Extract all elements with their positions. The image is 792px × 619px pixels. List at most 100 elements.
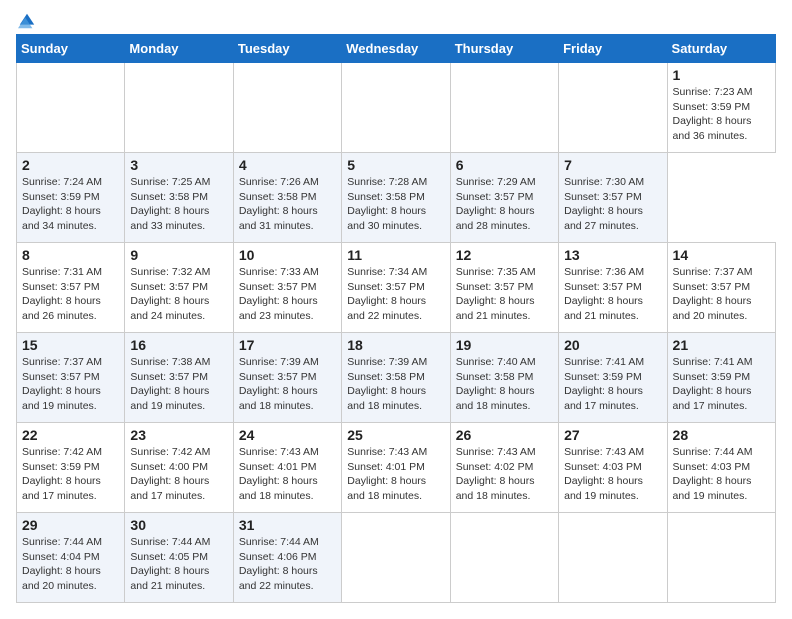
calendar-cell-day-24: 24 Sunrise: 7:43 AMSunset: 4:01 PMDaylig… [233,423,341,513]
empty-cell [559,513,667,603]
day-info: Sunrise: 7:28 AMSunset: 3:58 PMDaylight:… [347,176,427,232]
day-info: Sunrise: 7:43 AMSunset: 4:01 PMDaylight:… [239,446,319,502]
calendar-cell-day-5: 5 Sunrise: 7:28 AMSunset: 3:58 PMDayligh… [342,153,450,243]
day-number: 13 [564,247,661,263]
calendar-cell-day-31: 31 Sunrise: 7:44 AMSunset: 4:06 PMDaylig… [233,513,341,603]
calendar-cell-day-8: 8 Sunrise: 7:31 AMSunset: 3:57 PMDayligh… [17,243,125,333]
empty-cell [450,63,558,153]
day-info: Sunrise: 7:24 AMSunset: 3:59 PMDaylight:… [22,176,102,232]
day-info: Sunrise: 7:41 AMSunset: 3:59 PMDaylight:… [673,356,753,412]
week-row-4: 15 Sunrise: 7:37 AMSunset: 3:57 PMDaylig… [17,333,776,423]
column-header-sunday: Sunday [17,35,125,63]
column-header-tuesday: Tuesday [233,35,341,63]
day-info: Sunrise: 7:25 AMSunset: 3:58 PMDaylight:… [130,176,210,232]
week-row-3: 8 Sunrise: 7:31 AMSunset: 3:57 PMDayligh… [17,243,776,333]
empty-cell [450,513,558,603]
day-number: 18 [347,337,444,353]
calendar-cell-day-26: 26 Sunrise: 7:43 AMSunset: 4:02 PMDaylig… [450,423,558,513]
day-number: 17 [239,337,336,353]
logo [16,16,36,26]
week-row-5: 22 Sunrise: 7:42 AMSunset: 3:59 PMDaylig… [17,423,776,513]
day-info: Sunrise: 7:38 AMSunset: 3:57 PMDaylight:… [130,356,210,412]
day-info: Sunrise: 7:34 AMSunset: 3:57 PMDaylight:… [347,266,427,322]
calendar-cell-day-27: 27 Sunrise: 7:43 AMSunset: 4:03 PMDaylig… [559,423,667,513]
column-header-saturday: Saturday [667,35,775,63]
day-info: Sunrise: 7:40 AMSunset: 3:58 PMDaylight:… [456,356,536,412]
column-header-wednesday: Wednesday [342,35,450,63]
calendar-cell-day-30: 30 Sunrise: 7:44 AMSunset: 4:05 PMDaylig… [125,513,233,603]
day-number: 22 [22,427,119,443]
empty-cell [342,63,450,153]
calendar-cell-day-28: 28 Sunrise: 7:44 AMSunset: 4:03 PMDaylig… [667,423,775,513]
day-info: Sunrise: 7:43 AMSunset: 4:02 PMDaylight:… [456,446,536,502]
day-number: 4 [239,157,336,173]
day-info: Sunrise: 7:43 AMSunset: 4:03 PMDaylight:… [564,446,644,502]
calendar-cell-day-3: 3 Sunrise: 7:25 AMSunset: 3:58 PMDayligh… [125,153,233,243]
day-number: 7 [564,157,661,173]
calendar-cell-day-25: 25 Sunrise: 7:43 AMSunset: 4:01 PMDaylig… [342,423,450,513]
calendar-cell-day-29: 29 Sunrise: 7:44 AMSunset: 4:04 PMDaylig… [17,513,125,603]
calendar-cell-day-14: 14 Sunrise: 7:37 AMSunset: 3:57 PMDaylig… [667,243,775,333]
day-number: 2 [22,157,119,173]
calendar-table: SundayMondayTuesdayWednesdayThursdayFrid… [16,34,776,603]
day-number: 27 [564,427,661,443]
day-number: 16 [130,337,227,353]
calendar-cell-day-21: 21 Sunrise: 7:41 AMSunset: 3:59 PMDaylig… [667,333,775,423]
day-info: Sunrise: 7:42 AMSunset: 4:00 PMDaylight:… [130,446,210,502]
calendar-cell-day-18: 18 Sunrise: 7:39 AMSunset: 3:58 PMDaylig… [342,333,450,423]
day-info: Sunrise: 7:26 AMSunset: 3:58 PMDaylight:… [239,176,319,232]
day-number: 3 [130,157,227,173]
logo-icon [18,12,36,30]
calendar-cell-day-11: 11 Sunrise: 7:34 AMSunset: 3:57 PMDaylig… [342,243,450,333]
calendar-cell-day-1: 1 Sunrise: 7:23 AMSunset: 3:59 PMDayligh… [667,63,775,153]
empty-cell [17,63,125,153]
calendar-cell-day-20: 20 Sunrise: 7:41 AMSunset: 3:59 PMDaylig… [559,333,667,423]
empty-cell [233,63,341,153]
day-number: 24 [239,427,336,443]
calendar-cell-day-15: 15 Sunrise: 7:37 AMSunset: 3:57 PMDaylig… [17,333,125,423]
week-row-6: 29 Sunrise: 7:44 AMSunset: 4:04 PMDaylig… [17,513,776,603]
calendar-cell-day-23: 23 Sunrise: 7:42 AMSunset: 4:00 PMDaylig… [125,423,233,513]
day-info: Sunrise: 7:35 AMSunset: 3:57 PMDaylight:… [456,266,536,322]
day-number: 25 [347,427,444,443]
day-number: 20 [564,337,661,353]
calendar-header-row: SundayMondayTuesdayWednesdayThursdayFrid… [17,35,776,63]
day-number: 1 [673,67,770,83]
calendar-cell-day-4: 4 Sunrise: 7:26 AMSunset: 3:58 PMDayligh… [233,153,341,243]
day-info: Sunrise: 7:39 AMSunset: 3:57 PMDaylight:… [239,356,319,412]
calendar-cell-day-19: 19 Sunrise: 7:40 AMSunset: 3:58 PMDaylig… [450,333,558,423]
calendar-cell-day-7: 7 Sunrise: 7:30 AMSunset: 3:57 PMDayligh… [559,153,667,243]
day-number: 8 [22,247,119,263]
empty-cell [667,513,775,603]
day-number: 15 [22,337,119,353]
day-info: Sunrise: 7:32 AMSunset: 3:57 PMDaylight:… [130,266,210,322]
day-number: 28 [673,427,770,443]
calendar-cell-day-22: 22 Sunrise: 7:42 AMSunset: 3:59 PMDaylig… [17,423,125,513]
calendar-cell-day-13: 13 Sunrise: 7:36 AMSunset: 3:57 PMDaylig… [559,243,667,333]
calendar-cell-day-6: 6 Sunrise: 7:29 AMSunset: 3:57 PMDayligh… [450,153,558,243]
day-number: 29 [22,517,119,533]
week-row-1: 1 Sunrise: 7:23 AMSunset: 3:59 PMDayligh… [17,63,776,153]
day-info: Sunrise: 7:31 AMSunset: 3:57 PMDaylight:… [22,266,102,322]
calendar-cell-day-12: 12 Sunrise: 7:35 AMSunset: 3:57 PMDaylig… [450,243,558,333]
day-number: 11 [347,247,444,263]
calendar-cell-day-9: 9 Sunrise: 7:32 AMSunset: 3:57 PMDayligh… [125,243,233,333]
calendar-cell-day-17: 17 Sunrise: 7:39 AMSunset: 3:57 PMDaylig… [233,333,341,423]
day-number: 31 [239,517,336,533]
day-number: 23 [130,427,227,443]
column-header-friday: Friday [559,35,667,63]
day-number: 19 [456,337,553,353]
day-info: Sunrise: 7:43 AMSunset: 4:01 PMDaylight:… [347,446,427,502]
empty-cell [342,513,450,603]
day-info: Sunrise: 7:23 AMSunset: 3:59 PMDaylight:… [673,86,753,142]
day-info: Sunrise: 7:44 AMSunset: 4:05 PMDaylight:… [130,536,210,592]
day-info: Sunrise: 7:33 AMSunset: 3:57 PMDaylight:… [239,266,319,322]
calendar-cell-day-16: 16 Sunrise: 7:38 AMSunset: 3:57 PMDaylig… [125,333,233,423]
day-number: 6 [456,157,553,173]
day-info: Sunrise: 7:41 AMSunset: 3:59 PMDaylight:… [564,356,644,412]
calendar-cell-day-10: 10 Sunrise: 7:33 AMSunset: 3:57 PMDaylig… [233,243,341,333]
day-info: Sunrise: 7:36 AMSunset: 3:57 PMDaylight:… [564,266,644,322]
day-info: Sunrise: 7:44 AMSunset: 4:03 PMDaylight:… [673,446,753,502]
day-info: Sunrise: 7:44 AMSunset: 4:06 PMDaylight:… [239,536,319,592]
column-header-thursday: Thursday [450,35,558,63]
